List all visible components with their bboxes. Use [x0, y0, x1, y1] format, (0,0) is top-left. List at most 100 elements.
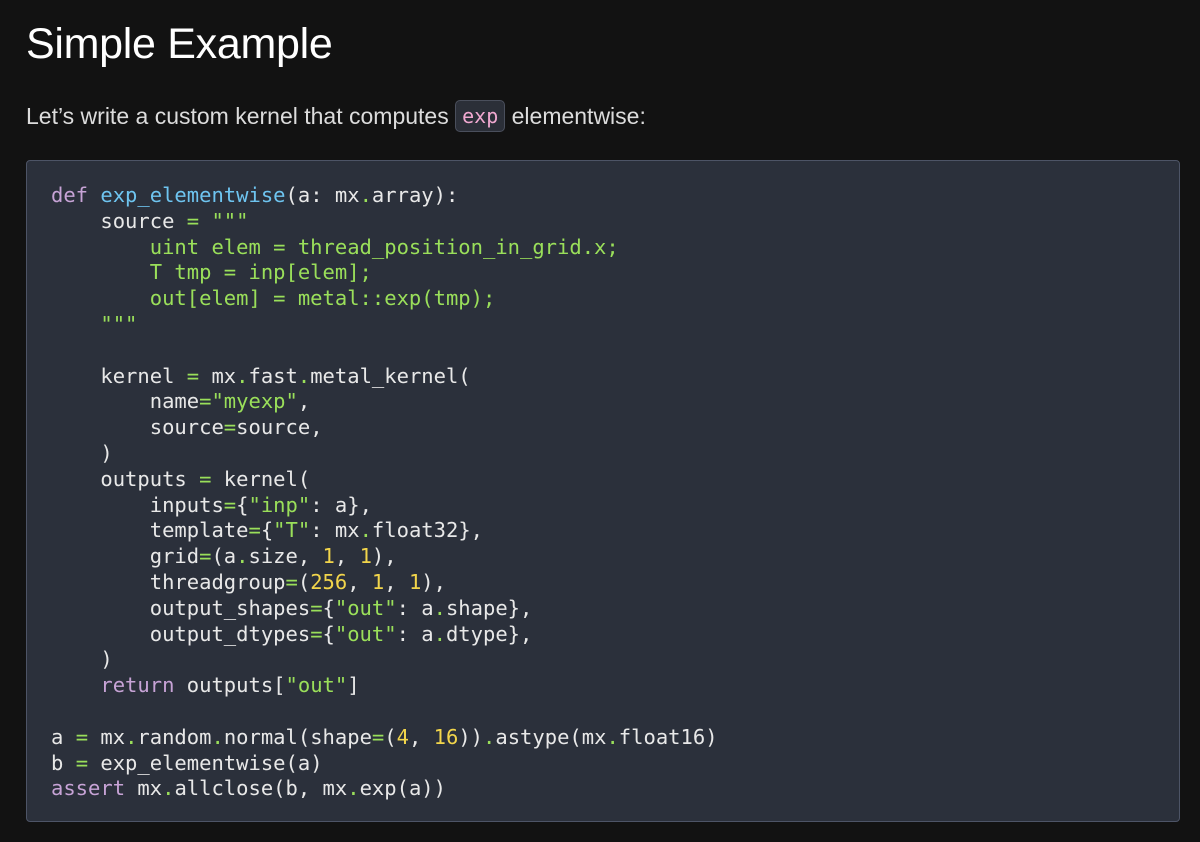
code-token-text: allclose(b, mx — [174, 776, 348, 801]
code-token-text: , — [408, 724, 434, 749]
code-token-op: = — [75, 724, 89, 749]
code-token-text: { — [260, 518, 274, 543]
code-token-op: . — [236, 363, 249, 388]
code-token-op: = — [310, 595, 323, 620]
code-token-op: = — [223, 415, 237, 440]
code-token-text: , — [334, 544, 360, 569]
code-token-text: exp(a)) — [359, 776, 446, 801]
code-token-text: grid — [51, 544, 200, 569]
code-token-op: . — [162, 776, 175, 801]
code-token-op: = — [223, 492, 237, 517]
code-token-string: uint elem = thread_position_in_grid.x; — [51, 234, 619, 259]
code-line: source = """ — [51, 209, 248, 233]
code-token-text: astype(mx — [495, 724, 607, 749]
code-line: b = exp_elementwise(a) — [51, 751, 323, 775]
code-token-string: T tmp = inp[elem]; — [51, 260, 372, 285]
code-token-number: 1 — [371, 569, 385, 594]
code-line: return outputs["out"] — [51, 673, 360, 698]
code-token-op: = — [75, 750, 89, 775]
code-token-text: ) — [51, 647, 113, 672]
intro-text-before: Let’s write a custom kernel that compute… — [26, 103, 456, 129]
code-token-number: 4 — [396, 724, 409, 749]
code-token-text: kernel — [51, 363, 187, 388]
code-line: output_shapes={"out": a.shape}, — [51, 595, 533, 620]
code-line: assert mx.allclose(b, mx.exp(a)) — [51, 776, 446, 800]
code-token-text: , — [384, 569, 409, 594]
code-token-text: dtype}, — [445, 621, 533, 646]
code-token-text: ( — [384, 724, 397, 749]
inline-code-exp: exp — [455, 99, 506, 132]
code-token-text: outputs — [51, 466, 200, 491]
code-line: template={"T": mx.float32}, — [51, 518, 483, 542]
code-token-op: = — [248, 518, 261, 543]
code-content: def exp_elementwise(a: mx.array): source… — [51, 183, 1155, 802]
code-token-function: exp_elementwise — [100, 183, 286, 207]
code-token-text: ] — [347, 673, 360, 698]
code-line: kernel = mx.fast.metal_kernel( — [51, 363, 470, 388]
code-token-text: (a: mx — [285, 183, 360, 207]
code-token-number: 256 — [310, 569, 348, 594]
code-line: out[elem] = metal::exp(tmp); — [51, 286, 496, 310]
code-token-number: 1 — [322, 544, 335, 569]
code-token-keyword: return — [100, 673, 175, 698]
code-token-op: . — [433, 595, 446, 620]
code-token-text: mx — [199, 363, 237, 388]
code-line: T tmp = inp[elem]; — [51, 260, 372, 284]
code-token-text: : a}, — [310, 492, 372, 517]
code-token-op: = — [199, 389, 212, 414]
code-token-string: "out" — [334, 621, 397, 646]
code-token-text: shape}, — [445, 595, 533, 620]
code-token-op: . — [433, 621, 446, 646]
code-token-text: a — [51, 724, 76, 749]
code-token-string: """ — [51, 311, 138, 336]
code-token-op: . — [211, 724, 224, 749]
code-token-text: mx — [125, 776, 163, 801]
code-token-op: . — [236, 544, 249, 569]
code-token-text: , — [297, 389, 311, 414]
code-line: ) — [51, 441, 112, 465]
code-token-text: ), — [421, 569, 446, 594]
code-token-text: array): — [371, 183, 459, 207]
code-token-keyword: assert — [51, 776, 126, 801]
code-token-text: source, — [236, 415, 323, 440]
code-token-text: source — [51, 208, 187, 233]
code-line: grid=(a.size, 1, 1), — [51, 544, 397, 568]
code-token-op: = — [199, 466, 212, 491]
code-token-text: { — [322, 621, 335, 646]
code-token-text: exp_elementwise(a) — [88, 750, 323, 775]
code-token-text: name — [51, 389, 200, 414]
intro-text-after: elementwise: — [505, 103, 646, 129]
code-token-text: : a — [396, 621, 434, 646]
code-line: threadgroup=(256, 1, 1), — [51, 570, 446, 594]
code-token-op: = — [371, 724, 385, 749]
code-token-text: threadgroup — [51, 569, 286, 594]
code-token-number: 16 — [433, 724, 459, 749]
code-token-text: ), — [371, 544, 397, 569]
code-token-op: . — [359, 183, 372, 207]
code-token-op: = — [199, 544, 212, 569]
code-token-op: . — [359, 518, 372, 543]
code-token-string: "out" — [285, 673, 348, 698]
code-token-op: . — [483, 724, 496, 749]
code-line: source=source, — [51, 415, 323, 439]
code-token-string: "T" — [273, 518, 311, 543]
code-token-string: "inp" — [248, 492, 311, 517]
code-token-text: { — [236, 492, 249, 517]
code-token-text: normal(shape — [223, 724, 372, 749]
intro-paragraph: Let’s write a custom kernel that compute… — [26, 96, 646, 136]
code-token-text: outputs[ — [174, 673, 286, 698]
code-token-op: = — [285, 569, 298, 594]
code-token-text: output_shapes — [51, 595, 311, 620]
code-token-text: mx — [88, 724, 126, 749]
code-token-text: : mx — [310, 518, 360, 543]
code-token-text: )) — [458, 724, 484, 749]
code-line: output_dtypes={"out": a.dtype}, — [51, 621, 533, 646]
code-token-op: . — [297, 363, 311, 388]
code-token-text: float16) — [618, 724, 718, 749]
code-block[interactable]: def exp_elementwise(a: mx.array): source… — [26, 160, 1180, 822]
code-token-text: (a — [211, 544, 237, 569]
code-token-op: . — [347, 776, 360, 801]
code-token-text: template — [51, 518, 249, 543]
